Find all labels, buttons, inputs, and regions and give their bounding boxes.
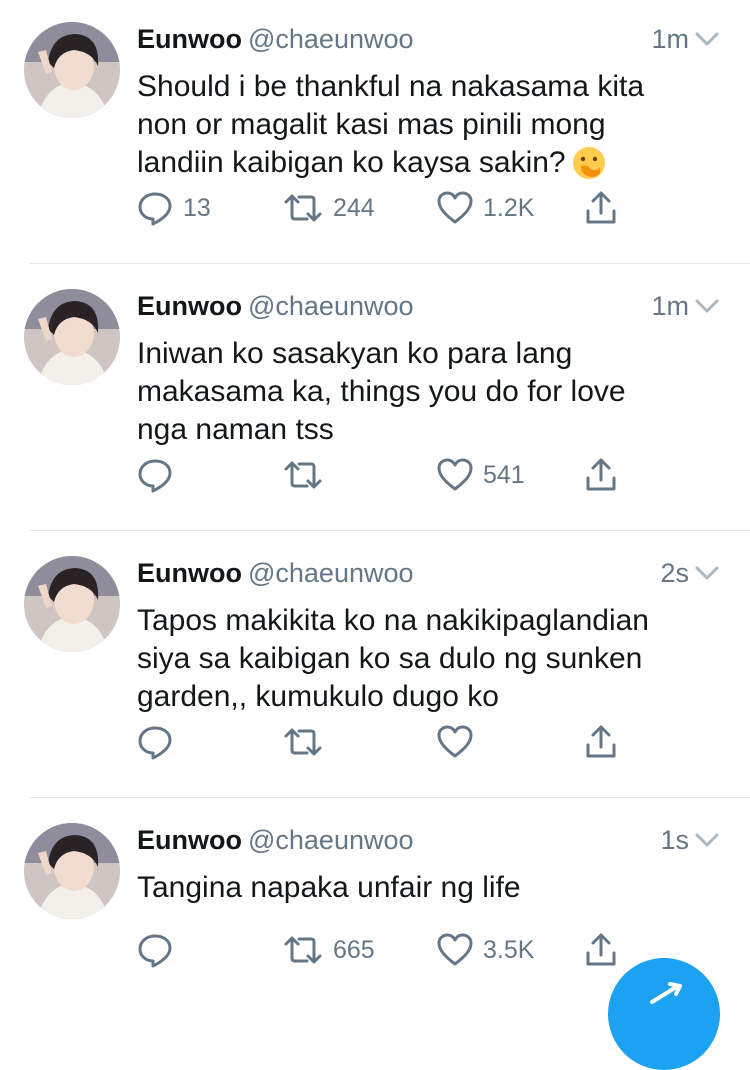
retweet-icon	[283, 934, 323, 966]
share-icon	[585, 191, 617, 225]
reply-button[interactable]: 13	[137, 188, 211, 228]
avatar[interactable]	[24, 289, 120, 385]
like-button[interactable]: 3.5K	[437, 930, 534, 970]
tweet-header: Eunwoo @chaeunwoo 1m	[137, 289, 727, 323]
heart-icon	[437, 725, 473, 759]
avatar-photo	[24, 556, 120, 652]
tweet-actions: 541	[137, 455, 657, 495]
share-icon	[585, 933, 617, 967]
chevron-down-icon[interactable]	[695, 828, 719, 852]
user-handle[interactable]: @chaeunwoo	[248, 825, 414, 855]
share-button[interactable]	[585, 188, 617, 228]
timestamp[interactable]: 2s	[660, 556, 689, 590]
avatar-photo	[24, 22, 120, 118]
reply-icon	[137, 724, 173, 760]
like-count: 1.2K	[483, 193, 535, 222]
avatar[interactable]	[24, 22, 120, 118]
reply-button[interactable]	[137, 722, 183, 762]
retweet-button[interactable]: 665	[283, 930, 375, 970]
user-handle[interactable]: @chaeunwoo	[248, 24, 414, 54]
tweet-text: Tapos makikita ko na nakikipaglandian si…	[137, 604, 649, 713]
like-count: 541	[483, 460, 525, 489]
heart-icon	[437, 458, 473, 492]
share-button[interactable]	[585, 722, 617, 762]
tweet[interactable]: Eunwoo @chaeunwoo 1m Iniwan ko sasakyan k…	[0, 267, 750, 531]
tweet[interactable]: Eunwoo @chaeunwoo 2s Tapos makikita ko na…	[0, 534, 750, 798]
tweet[interactable]: Eunwoo @chaeunwoo 1m Should i be thankful…	[0, 0, 750, 264]
tweet-header: Eunwoo @chaeunwoo 1s	[137, 823, 727, 857]
retweet-button[interactable]	[283, 722, 333, 762]
retweet-icon	[283, 459, 323, 491]
display-name[interactable]: Eunwoo	[137, 825, 242, 855]
avatar[interactable]	[24, 556, 120, 652]
tweet-header: Eunwoo @chaeunwoo 1m	[137, 22, 727, 56]
reply-icon	[137, 190, 173, 226]
retweet-count: 665	[333, 935, 375, 964]
avatar-photo	[24, 823, 120, 919]
avatar[interactable]	[24, 823, 120, 919]
chevron-down-icon[interactable]	[695, 561, 719, 585]
like-count: 3.5K	[483, 935, 535, 964]
reply-button[interactable]	[137, 930, 183, 970]
avatar-photo	[24, 289, 120, 385]
user-handle[interactable]: @chaeunwoo	[248, 291, 414, 321]
share-icon	[585, 725, 617, 759]
retweet-button[interactable]: 244	[283, 188, 375, 228]
retweet-button[interactable]	[283, 455, 333, 495]
share-button[interactable]	[585, 455, 617, 495]
tweet-actions: 665 3.5K	[137, 930, 657, 970]
tweet-actions: 13 244 1.2K	[137, 188, 657, 228]
divider	[30, 263, 750, 264]
tweet-text-content: Should i be thankful na nakasama kita no…	[137, 70, 644, 179]
tweet-text: Tangina napaka unfair ng life	[137, 871, 521, 904]
display-name[interactable]: Eunwoo	[137, 291, 242, 321]
reply-button[interactable]	[137, 455, 183, 495]
display-name[interactable]: Eunwoo	[137, 558, 242, 588]
timestamp[interactable]: 1s	[660, 823, 689, 857]
reply-icon	[137, 457, 173, 493]
timestamp[interactable]: 1m	[651, 22, 689, 56]
like-button[interactable]: 1.2K	[437, 188, 534, 228]
retweet-count: 244	[333, 193, 375, 222]
retweet-icon	[283, 726, 323, 758]
display-name[interactable]: Eunwoo	[137, 24, 242, 54]
share-button[interactable]	[585, 930, 617, 970]
face-with-hand-over-mouth-icon	[572, 146, 606, 190]
heart-icon	[437, 191, 473, 225]
chevron-down-icon[interactable]	[695, 27, 719, 51]
reply-icon	[137, 932, 173, 968]
reply-count: 13	[183, 193, 211, 222]
retweet-icon	[283, 192, 323, 224]
tweet-text: Should i be thankful na nakasama kita no…	[137, 68, 727, 190]
user-handle[interactable]: @chaeunwoo	[248, 558, 414, 588]
compose-tweet-button[interactable]	[608, 958, 720, 1070]
share-icon	[585, 458, 617, 492]
heart-icon	[437, 933, 473, 967]
divider	[30, 797, 750, 798]
tweet-actions	[137, 722, 657, 762]
like-button[interactable]: 541	[437, 455, 525, 495]
timestamp[interactable]: 1m	[651, 289, 689, 323]
chevron-down-icon[interactable]	[695, 294, 719, 318]
tweet-header: Eunwoo @chaeunwoo 2s	[137, 556, 727, 590]
divider	[30, 530, 750, 531]
tweet-text: Iniwan ko sasakyan ko para lang makasama…	[137, 337, 626, 446]
like-button[interactable]	[437, 722, 483, 762]
